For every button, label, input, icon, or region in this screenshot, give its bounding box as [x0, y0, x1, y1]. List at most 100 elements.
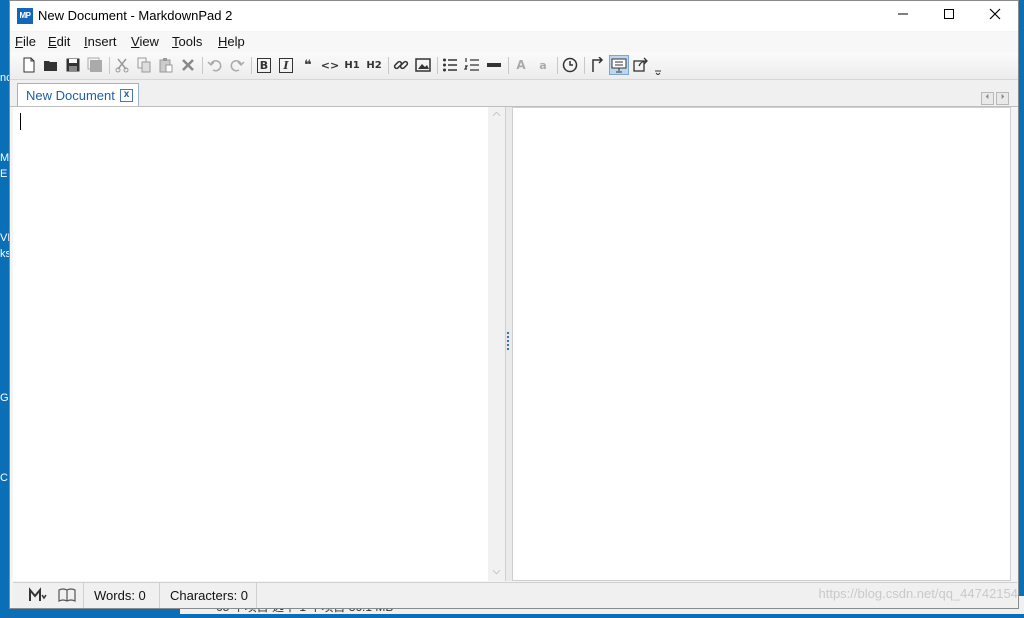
new-file-icon: [23, 57, 35, 73]
code-button[interactable]: <>: [320, 55, 340, 75]
heading1-button[interactable]: H1: [342, 55, 362, 75]
minimize-button[interactable]: [880, 1, 926, 31]
timestamp-button[interactable]: [560, 55, 580, 75]
desktop-label: E: [0, 168, 8, 180]
numbered-list-icon: [464, 58, 479, 71]
tab-label: New Document: [26, 88, 115, 103]
markdown-icon[interactable]: [27, 587, 47, 603]
image-icon: [415, 58, 431, 72]
desktop-label: VN: [0, 232, 9, 244]
code-icon: <>: [320, 58, 340, 72]
toolbar-separator: [557, 57, 558, 74]
toolbar-separator: [437, 57, 438, 74]
save-button[interactable]: [63, 55, 83, 75]
close-tab-icon[interactable]: x: [120, 89, 133, 102]
desktop-label: nc: [0, 72, 9, 84]
heading1-icon: H1: [344, 59, 360, 71]
maximize-button[interactable]: [926, 1, 972, 31]
delete-x-icon: [182, 59, 194, 71]
lowercase-icon: a: [539, 58, 547, 72]
export-icon: [633, 57, 648, 72]
markdown-editor[interactable]: [13, 107, 489, 581]
text-caret: [20, 113, 21, 130]
heading2-button[interactable]: H2: [364, 55, 384, 75]
editor-scrollbar[interactable]: [488, 107, 505, 581]
save-icon: [66, 58, 80, 72]
bullet-list-icon: [443, 58, 457, 72]
html-preview-pane: [512, 107, 1011, 581]
swap-arrows-icon: [592, 57, 604, 72]
delete-button[interactable]: [178, 55, 198, 75]
desktop-label: C: [0, 472, 8, 484]
paste-button[interactable]: [156, 55, 176, 75]
character-count: Characters: 0: [159, 583, 257, 608]
copy-icon: [137, 57, 151, 73]
menu-view[interactable]: View: [131, 34, 159, 49]
export-button[interactable]: [631, 55, 651, 75]
chevron-left-icon: [985, 93, 989, 100]
book-icon[interactable]: [57, 587, 77, 603]
italic-button[interactable]: I: [276, 55, 296, 75]
folder-icon: [44, 61, 57, 71]
menu-edit[interactable]: Edit: [48, 34, 70, 49]
scroll-tabs-right-button[interactable]: [996, 92, 1009, 105]
toolbar-separator: [109, 57, 110, 74]
close-window-button[interactable]: [972, 1, 1018, 31]
maximize-icon: [944, 9, 954, 19]
save-all-button[interactable]: [85, 55, 105, 75]
scroll-tabs-left-button[interactable]: [981, 92, 994, 105]
word-count: Words: 0: [83, 583, 159, 608]
live-preview-button[interactable]: [609, 55, 629, 75]
undo-button[interactable]: [205, 55, 225, 75]
link-icon: [393, 60, 409, 70]
numbered-list-button[interactable]: [462, 55, 482, 75]
toolbar-separator: [251, 57, 252, 74]
tab-new-document[interactable]: New Document x: [17, 83, 139, 106]
scroll-down-icon[interactable]: [492, 569, 501, 575]
lowercase-button[interactable]: a: [533, 55, 553, 75]
new-document-button[interactable]: [19, 55, 39, 75]
menu-help[interactable]: Help: [218, 34, 245, 49]
heading2-icon: H2: [366, 59, 382, 71]
cut-button[interactable]: [112, 55, 132, 75]
watermark-text: https://blog.csdn.net/qq_44742154: [818, 586, 1019, 601]
copy-button[interactable]: [134, 55, 154, 75]
quote-button[interactable]: ❝: [298, 55, 318, 75]
toolbar-separator: [388, 57, 389, 74]
tab-strip: New Document x: [10, 80, 1018, 107]
bold-icon: B: [256, 57, 272, 73]
desktop-label: ks: [0, 248, 9, 260]
insert-link-button[interactable]: [391, 55, 411, 75]
horizontal-rule-button[interactable]: [484, 55, 504, 75]
scroll-up-icon[interactable]: [492, 111, 501, 117]
insert-image-button[interactable]: [413, 55, 433, 75]
toolbar: B I ❝ <> H1 H2 A a: [10, 52, 1018, 80]
clipboard-icon: [159, 58, 173, 73]
bulleted-list-button[interactable]: [440, 55, 460, 75]
uppercase-icon: A: [516, 58, 526, 72]
bold-button[interactable]: B: [254, 55, 274, 75]
menu-file[interactable]: File: [15, 34, 36, 49]
splitter-grip-icon: [507, 332, 509, 352]
toolbar-separator: [202, 57, 203, 74]
toolbar-separator: [508, 57, 509, 74]
chevron-right-icon: [1001, 93, 1005, 100]
menu-bar: File Edit Insert View Tools Help: [10, 32, 1018, 52]
redo-icon: [230, 60, 245, 72]
toggle-layout-button[interactable]: [587, 55, 607, 75]
uppercase-button[interactable]: A: [511, 55, 531, 75]
markdownpad-window: MP New Document - MarkdownPad 2 File Edi…: [9, 0, 1019, 609]
menu-insert[interactable]: Insert: [84, 34, 117, 49]
italic-icon: I: [279, 57, 293, 73]
toolbar-separator: [584, 57, 585, 74]
redo-button[interactable]: [227, 55, 247, 75]
window-title: New Document - MarkdownPad 2: [38, 8, 233, 23]
scissors-icon: [115, 58, 129, 73]
toolbar-overflow-button[interactable]: [652, 60, 664, 80]
open-button[interactable]: [41, 55, 61, 75]
clock-icon: [562, 57, 578, 73]
desktop-label: Gu: [0, 392, 9, 404]
app-icon: MP: [17, 8, 33, 24]
menu-tools[interactable]: Tools: [172, 34, 202, 49]
quote-icon: ❝: [304, 57, 312, 73]
